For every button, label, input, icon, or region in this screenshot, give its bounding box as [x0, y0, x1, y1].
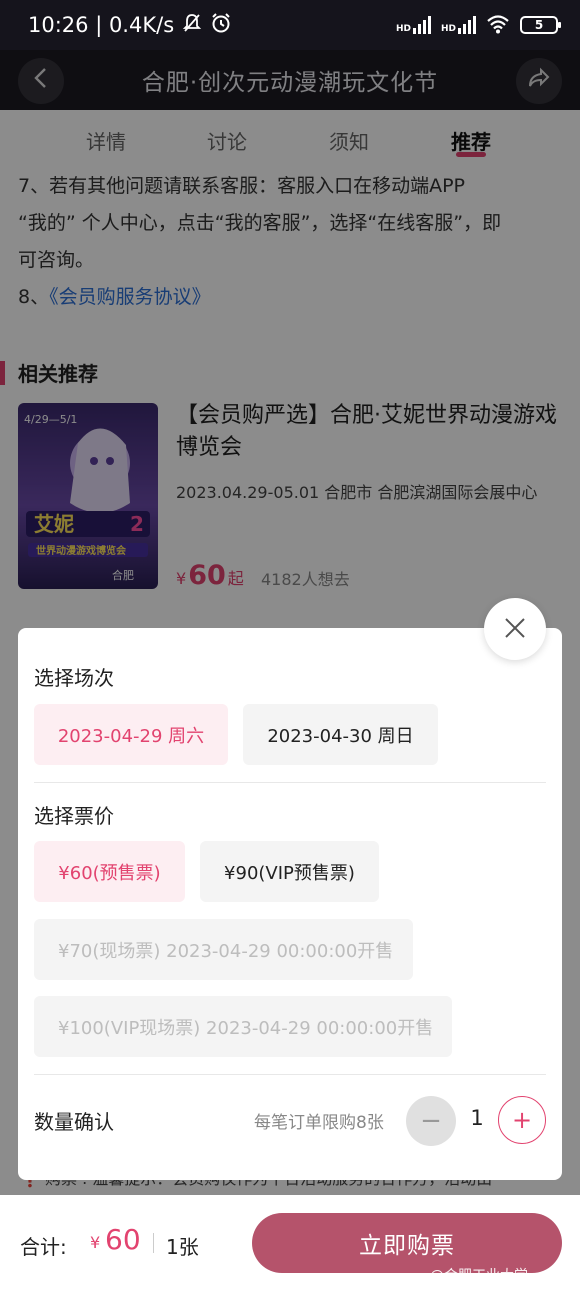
plus-icon: +: [511, 1106, 533, 1134]
price-option-presale[interactable]: ¥60(预售票): [34, 841, 185, 902]
ticket-select-modal: 选择场次 2023-04-29 周六 2023-04-30 周日 选择票价 ¥6…: [18, 628, 562, 1180]
status-time: 10:26 | 0.4K/s: [28, 13, 175, 37]
ticket-count: 1张: [166, 1235, 199, 1259]
alarm-icon: [210, 12, 232, 39]
total-amount: 60: [105, 1223, 141, 1256]
price-option-vip-onsite: ¥100(VIP现场票) 2023-04-29 00:00:00开售: [34, 996, 452, 1057]
watermark: @合肥工业大学: [430, 1268, 528, 1284]
quantity-decrease-button[interactable]: −: [406, 1096, 456, 1146]
total-label: 合计:: [20, 1235, 67, 1259]
buy-now-button[interactable]: 立即购票: [252, 1213, 562, 1273]
purchase-limit-text: 每笔订单限购8张: [254, 1113, 384, 1133]
minus-icon: −: [420, 1106, 442, 1136]
session-label: 选择场次: [34, 666, 114, 690]
close-modal-button[interactable]: [484, 598, 546, 660]
signal-1-icon: HD: [396, 16, 431, 34]
total-currency: ¥: [90, 1233, 101, 1252]
signal-2-icon: HD: [441, 16, 476, 34]
price-label: 选择票价: [34, 804, 114, 828]
divider: [34, 1074, 546, 1075]
battery-icon: 5: [520, 16, 561, 34]
session-option-0430[interactable]: 2023-04-30 周日: [243, 704, 438, 765]
quantity-increase-button[interactable]: +: [498, 1096, 546, 1144]
wifi-icon: [486, 14, 510, 37]
session-option-0429[interactable]: 2023-04-29 周六: [34, 704, 228, 765]
muted-bell-icon: [182, 13, 202, 38]
price-option-vip-presale[interactable]: ¥90(VIP预售票): [200, 841, 379, 902]
status-bar: 10:26 | 0.4K/s HD HD 5: [0, 0, 580, 50]
quantity-label: 数量确认: [34, 1110, 114, 1134]
price-option-onsite: ¥70(现场票) 2023-04-29 00:00:00开售: [34, 919, 413, 980]
divider: [153, 1233, 154, 1253]
quantity-value: 1: [470, 1106, 484, 1130]
checkout-bar: 合计: ¥ 60 1张 立即购票 @合肥工业大学: [0, 1195, 580, 1289]
close-icon: [504, 612, 526, 647]
divider: [34, 782, 546, 783]
